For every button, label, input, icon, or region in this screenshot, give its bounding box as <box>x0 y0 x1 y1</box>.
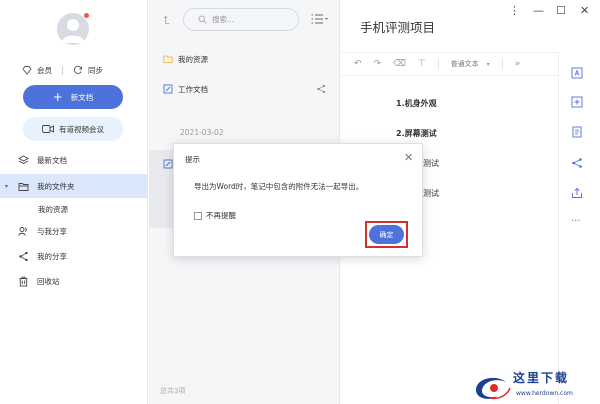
close-icon[interactable]: ✕ <box>580 4 589 17</box>
chevron-down-icon[interactable]: ▾ <box>487 61 490 68</box>
plus-icon: + <box>52 90 63 104</box>
editor-toolbar: ↶ ↷ ⌫ ⊤ 普通文本 ▾ » <box>340 52 558 76</box>
sidebar-item-label: 我的文件夹 <box>37 181 75 191</box>
share-icon <box>19 251 28 261</box>
text-style-select[interactable]: 普通文本 <box>451 59 479 69</box>
list-item[interactable]: 我的资源 <box>163 52 333 66</box>
video-camera-icon <box>42 125 54 133</box>
notification-dot <box>84 13 89 18</box>
content-line[interactable]: 测试 <box>423 188 439 199</box>
watermark-text: 这里下载 <box>513 371 570 385</box>
share-icon[interactable] <box>571 157 583 169</box>
share-icon[interactable] <box>316 84 326 94</box>
layers-icon <box>18 154 29 164</box>
sidebar-item-trash[interactable]: 回收站 <box>0 269 148 293</box>
content-line[interactable]: 1.机身外观 <box>396 98 437 109</box>
sync-label[interactable]: 同步 <box>88 65 103 76</box>
trash-icon <box>19 276 28 286</box>
text-box-icon[interactable] <box>571 67 583 79</box>
content-line[interactable]: 测试 <box>423 158 439 169</box>
list-item-label: 工作文档 <box>178 84 208 94</box>
watermark-url: www.herdown.com <box>516 390 573 397</box>
account-row: 会员 同步 <box>22 64 126 76</box>
more-vertical-icon[interactable]: ⋮ <box>509 4 520 17</box>
search-icon <box>198 15 207 24</box>
confirm-button[interactable]: 确定 <box>369 225 404 244</box>
sidebar-item-my-folders[interactable]: ▾ 我的文件夹 <box>0 174 148 198</box>
dont-remind-checkbox[interactable]: 不再提醒 <box>194 210 236 221</box>
video-meeting-label: 有道视频会议 <box>59 124 104 134</box>
maximize-icon[interactable]: ☐ <box>556 4 566 17</box>
users-icon <box>18 226 27 236</box>
format-painter-icon[interactable]: ⊤ <box>418 59 426 69</box>
toolbar-divider <box>437 59 439 69</box>
insert-icon[interactable] <box>571 96 583 108</box>
export-warning-dialog: 提示 ✕ 导出为Word时，笔记中包含的附件无法一起导出。 不再提醒 确定 <box>173 143 423 257</box>
list-item-label: 我的资源 <box>178 54 208 64</box>
sidebar-item-shared-with-me[interactable]: 与我分享 <box>0 219 148 243</box>
sidebar-item-my-shares[interactable]: 我的分享 <box>0 244 148 268</box>
folder-icon <box>18 182 29 191</box>
document-icon <box>163 159 173 169</box>
more-tools-icon[interactable]: » <box>515 59 521 69</box>
caret-down-icon[interactable]: ▾ <box>5 183 8 190</box>
sidebar: 会员 同步 + 新文档 有道视频会议 最新文档 ▾ 我的文件夹 我的资源 与我分… <box>0 0 148 404</box>
diamond-icon <box>22 66 32 75</box>
close-icon[interactable]: ✕ <box>404 152 413 163</box>
search-input[interactable]: 搜索... <box>183 8 299 31</box>
sidebar-item-label: 最新文档 <box>37 155 67 165</box>
sidebar-item-label: 我的资源 <box>38 204 68 214</box>
outline-icon[interactable] <box>571 126 583 138</box>
eraser-icon[interactable]: ⌫ <box>393 59 406 69</box>
undo-icon[interactable]: ↶ <box>354 59 362 69</box>
folder-icon <box>163 55 173 63</box>
search-placeholder: 搜索... <box>212 15 235 24</box>
back-icon[interactable]: ⮤ <box>163 14 170 28</box>
sidebar-item-label: 与我分享 <box>37 226 67 236</box>
list-item[interactable]: 工作文档 <box>163 82 333 96</box>
list-view-icon[interactable] <box>311 14 329 24</box>
content-line[interactable]: 2.屏幕测试 <box>396 128 437 139</box>
sidebar-item-label: 回收站 <box>37 276 60 286</box>
dialog-title: 提示 <box>185 155 200 164</box>
sidebar-item-recent[interactable]: 最新文档 <box>0 148 148 172</box>
vip-label[interactable]: 会员 <box>37 65 52 76</box>
checkbox-box[interactable] <box>194 211 202 220</box>
document-icon <box>163 84 173 94</box>
sync-icon[interactable] <box>73 65 83 75</box>
new-document-label: 新文档 <box>70 92 94 102</box>
toolbar-divider <box>501 59 503 69</box>
checkbox-label: 不再提醒 <box>206 211 236 220</box>
new-document-button[interactable]: + 新文档 <box>23 85 123 109</box>
note-date: 2021-03-02 <box>180 128 224 137</box>
video-meeting-button[interactable]: 有道视频会议 <box>23 117 123 141</box>
sidebar-item-my-resources[interactable]: 我的资源 <box>0 197 148 221</box>
dialog-message: 导出为Word时，笔记中包含的附件无法一起导出。 <box>194 182 364 191</box>
export-icon[interactable] <box>571 187 583 199</box>
user-icon <box>61 19 85 43</box>
divider <box>62 65 63 75</box>
avatar[interactable] <box>57 13 89 45</box>
sidebar-item-label: 我的分享 <box>37 251 67 261</box>
highlight-box: 确定 <box>365 221 408 248</box>
more-horizontal-icon[interactable]: ··· <box>571 216 583 228</box>
note-title[interactable]: 手机评测项目 <box>360 17 435 36</box>
list-count: 总共3项 <box>160 387 186 395</box>
minimize-icon[interactable]: — <box>533 4 544 17</box>
redo-icon[interactable]: ↷ <box>374 59 382 69</box>
